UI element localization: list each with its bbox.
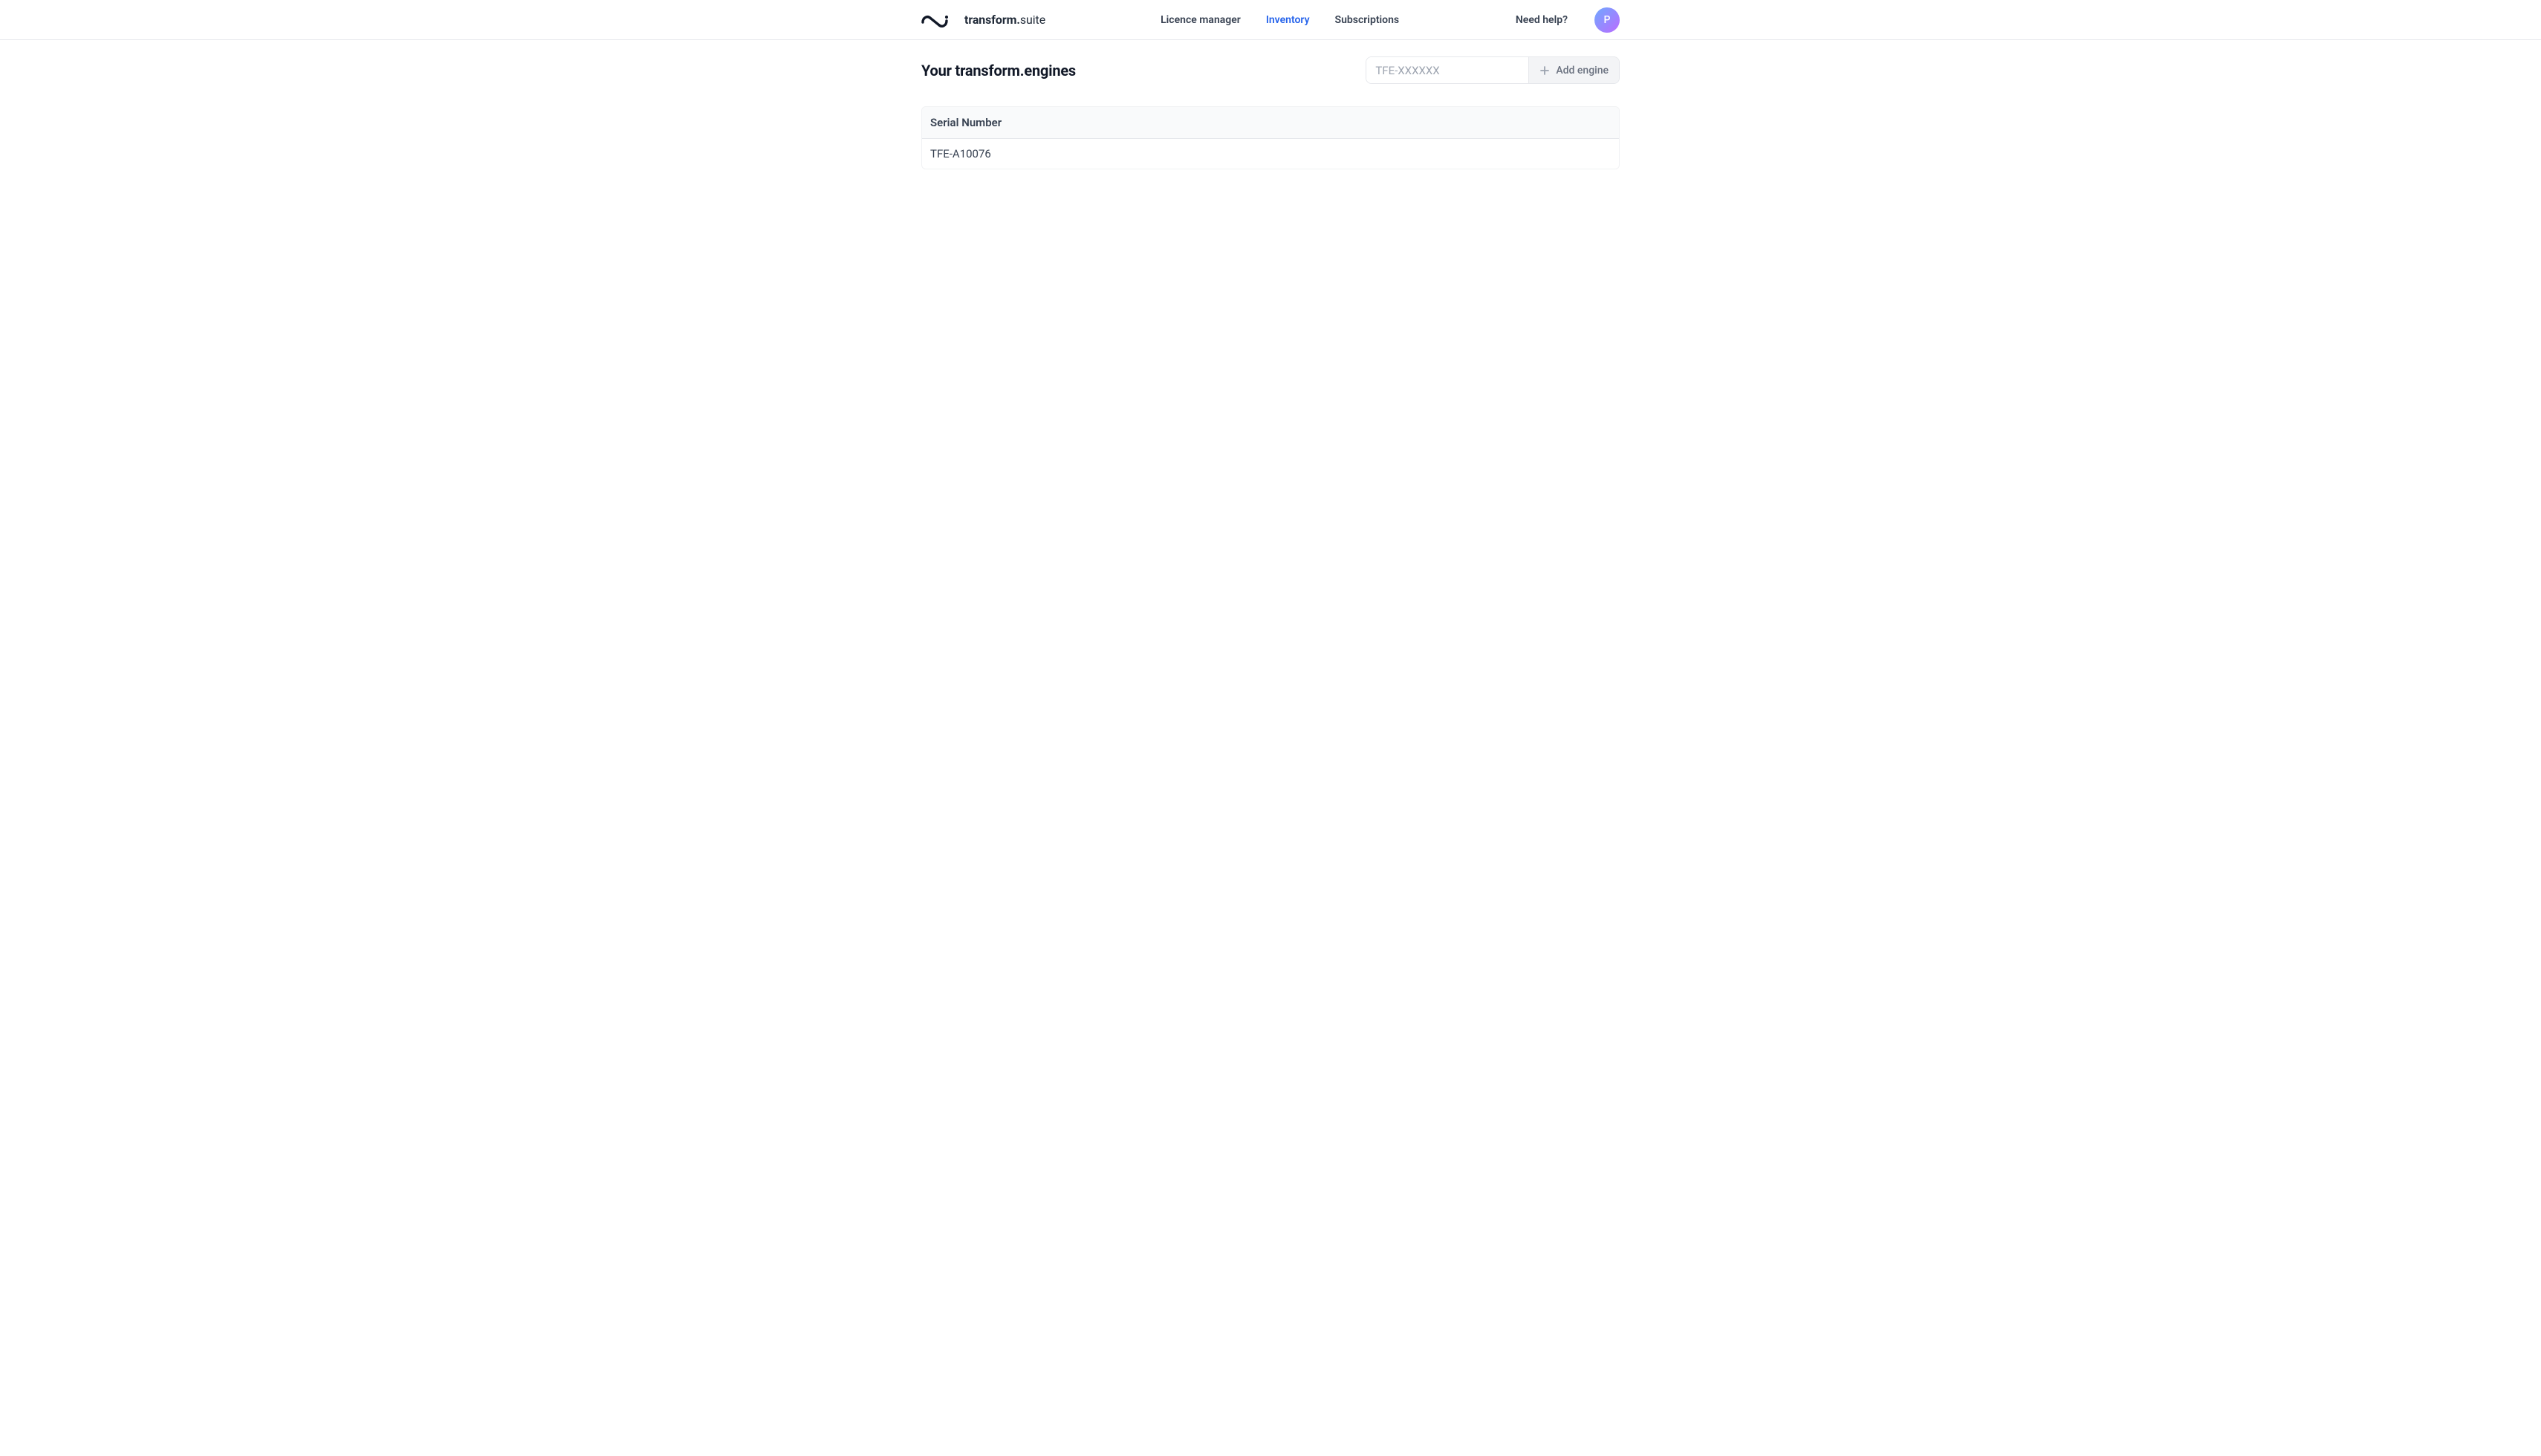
- brand-name: transform.suite: [964, 13, 1045, 27]
- nav-subscriptions[interactable]: Subscriptions: [1335, 14, 1400, 26]
- add-engine-label: Add engine: [1556, 65, 1609, 77]
- nav-inventory[interactable]: Inventory: [1266, 14, 1310, 26]
- engines-table: Serial Number TFE-A10076: [921, 106, 1620, 169]
- table-row[interactable]: TFE-A10076: [922, 139, 1619, 169]
- serial-number-input[interactable]: [1366, 57, 1528, 83]
- nav-licence-manager[interactable]: Licence manager: [1161, 14, 1241, 26]
- avatar[interactable]: P: [1594, 7, 1620, 33]
- add-engine-group: Add engine: [1366, 56, 1620, 84]
- need-help-link[interactable]: Need help?: [1516, 14, 1568, 26]
- brand-name-light: suite: [1020, 13, 1045, 27]
- main-nav: Licence manager Inventory Subscriptions: [1161, 14, 1399, 26]
- plus-icon: [1539, 65, 1550, 76]
- table-cell-serial: TFE-A10076: [930, 147, 991, 160]
- add-engine-button[interactable]: Add engine: [1528, 57, 1619, 83]
- avatar-initial: P: [1604, 14, 1611, 26]
- page-title: Your transform.engines: [921, 62, 1076, 79]
- brand-name-bold: transform.: [964, 13, 1020, 27]
- brand-block[interactable]: transform.suite: [921, 13, 1045, 27]
- logo-icon: [921, 13, 948, 27]
- table-header-serial: Serial Number: [922, 107, 1619, 139]
